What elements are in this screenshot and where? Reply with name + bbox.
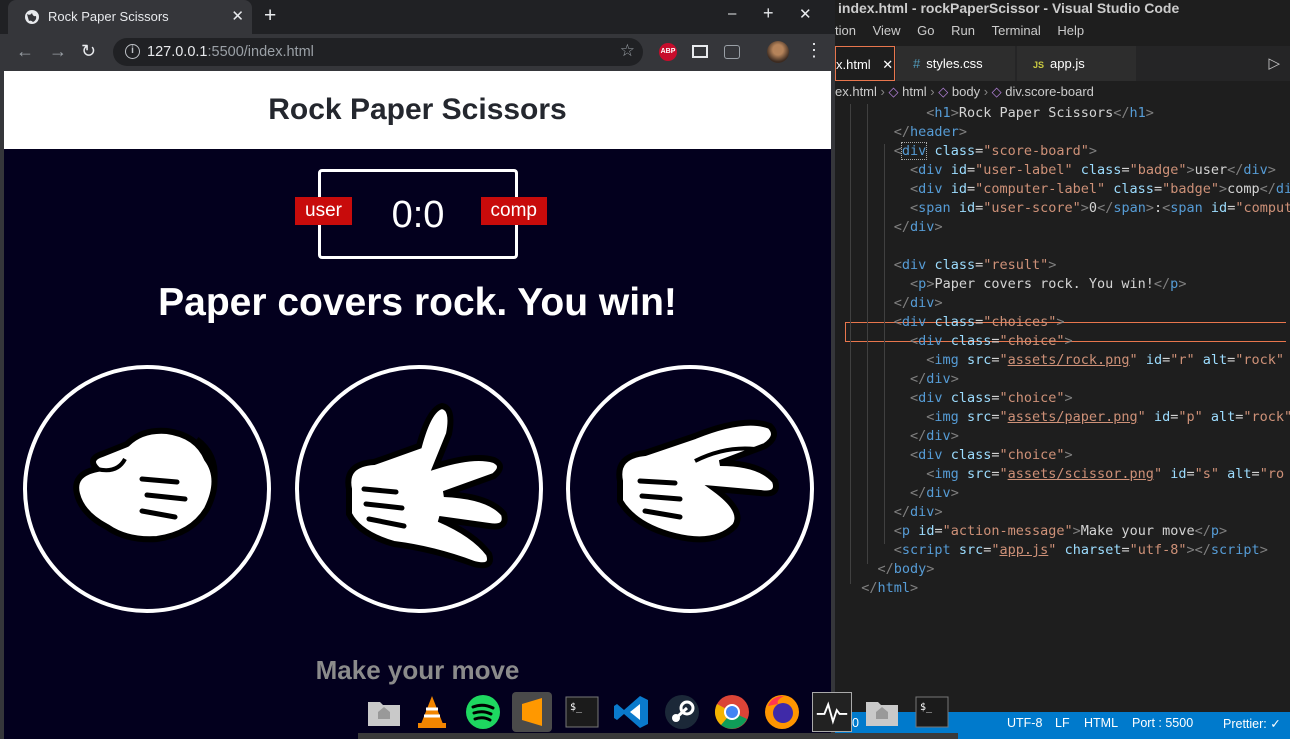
vscode-window: index.html - rockPaperScissor - Visual S… [835,0,1290,739]
close-window-button[interactable]: ✕ [799,5,812,23]
status-encoding[interactable]: UTF-8 [1007,716,1042,730]
css-icon: # [913,56,921,71]
minimize-button[interactable]: – [728,5,736,22]
spotify-icon[interactable] [463,692,503,732]
tab-index-html[interactable]: x.html ✕ [835,46,895,81]
browser-window: Rock Paper Scissors ✕ + – + ✕ ← → ↻ i 12… [0,0,835,739]
choice-scissors[interactable] [566,365,814,613]
forward-arrow-icon[interactable]: → [49,41,67,62]
choice-rock[interactable] [23,365,271,613]
menu-terminal[interactable]: Terminal [992,23,1041,38]
terminal-icon[interactable]: $_ [562,692,602,732]
adblock-icon[interactable]: ABP [659,43,677,61]
menu-selection[interactable]: tion [835,23,856,38]
tab-app-js[interactable]: JS app.js [1017,46,1137,81]
scissors-hand-icon [616,419,779,543]
menu-help[interactable]: Help [1057,23,1084,38]
profile-avatar[interactable] [767,41,789,63]
score-board: user comp 0:0 [295,169,547,259]
back-arrow-icon[interactable]: ← [16,41,34,62]
browser-tab[interactable]: Rock Paper Scissors ✕ [8,0,252,34]
js-icon: JS [1033,60,1045,70]
svg-text:$_: $_ [920,702,933,713]
address-bar[interactable]: i 127.0.0.1:5500/index.html ☆ [113,38,643,66]
result-message: Paper covers rock. You win! [158,281,677,324]
system-monitor-icon[interactable] [812,692,852,732]
tab-title: Rock Paper Scissors [48,9,169,24]
browser-menu-icon[interactable]: ⋮ [805,40,823,61]
vscode-title: index.html - rockPaperScissor - Visual S… [835,0,1290,23]
menu-run[interactable]: Run [951,23,975,38]
dock: $_ $_ [358,690,958,739]
close-icon[interactable]: ✕ [882,57,893,72]
info-icon[interactable]: i [125,44,140,59]
sublime-text-icon[interactable] [512,692,552,732]
globe-icon [25,10,39,24]
tab-close-icon[interactable]: ✕ [231,7,244,25]
new-tab-button[interactable]: + [264,4,276,28]
reload-icon[interactable]: ↻ [81,41,96,62]
run-icon[interactable]: ▷ [1268,54,1280,72]
reader-icon[interactable] [724,45,740,59]
vscode-menubar: tion View Go Run Terminal Help [835,23,1097,45]
vlc-icon[interactable] [412,692,452,732]
editor-tabs: x.html ✕ # styles.css JS app.js [835,46,1290,81]
vscode-icon[interactable] [612,692,652,732]
maximize-button[interactable]: + [763,3,774,24]
tab-styles-css[interactable]: # styles.css [896,46,1016,81]
page-header: Rock Paper Scissors [4,71,831,149]
browser-toolbar: ← → ↻ i 127.0.0.1:5500/index.html ☆ ABP … [0,34,835,71]
menu-go[interactable]: Go [917,23,934,38]
terminal-icon[interactable]: $_ [912,692,952,732]
picture-in-picture-icon[interactable] [692,45,708,58]
action-message: Make your move [315,655,520,685]
choice-paper[interactable] [295,365,543,613]
dock-background [358,733,958,739]
status-port[interactable]: Port : 5500 [1132,716,1193,730]
chrome-icon[interactable] [712,692,752,732]
score-display: 0:0 [391,194,445,236]
breadcrumb: ex.html › ◇ html › ◇ body › ◇ div.score-… [835,84,1094,99]
menu-view[interactable]: View [873,23,901,38]
tab-strip: Rock Paper Scissors ✕ + – + ✕ [0,0,835,34]
web-page: Rock Paper Scissors user comp 0:0 Paper … [4,71,831,739]
files-icon[interactable] [364,692,404,732]
paper-hand-icon [345,402,508,569]
files-icon[interactable] [862,692,902,732]
firefox-icon[interactable] [762,692,802,732]
url-text: 127.0.0.1:5500/index.html [147,44,314,60]
rock-hand-icon [73,427,218,543]
status-eol[interactable]: LF [1055,716,1070,730]
status-language[interactable]: HTML [1084,716,1118,730]
steam-icon[interactable] [662,692,702,732]
status-prettier[interactable]: Prettier: ✓ [1223,716,1281,731]
svg-text:$_: $_ [570,702,583,713]
page-title: Rock Paper Scissors [268,93,567,126]
bookmark-star-icon[interactable]: ☆ [620,41,635,61]
